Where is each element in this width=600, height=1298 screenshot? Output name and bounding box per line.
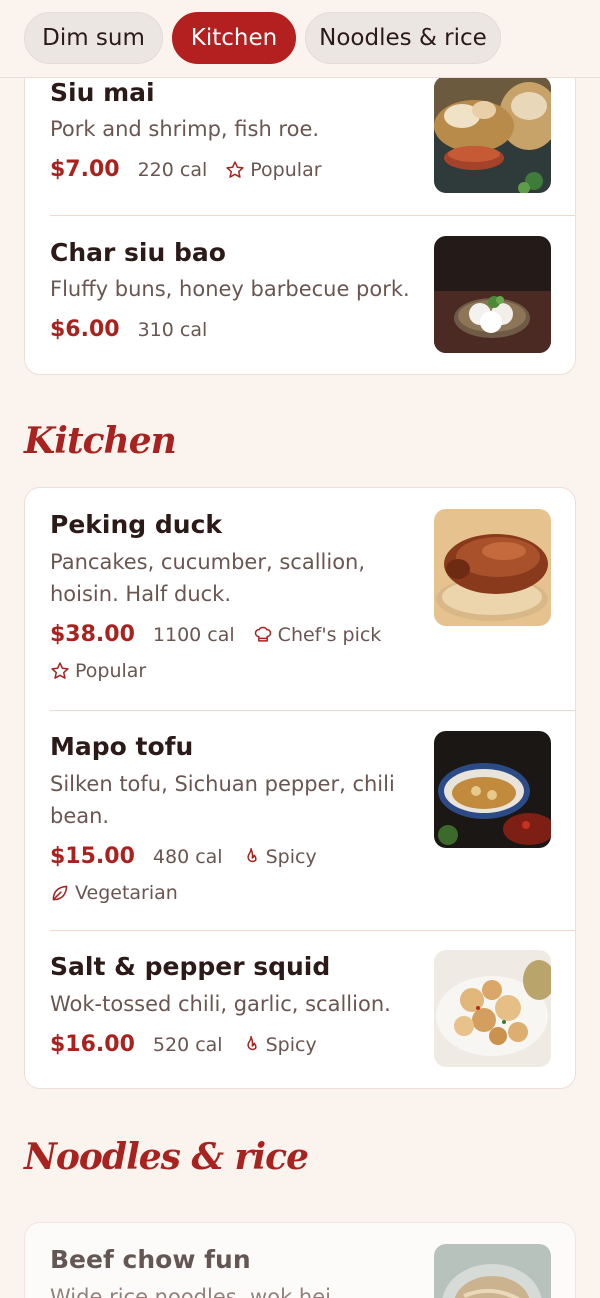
chef-hat-icon [254, 626, 271, 642]
tag-label: Vegetarian [75, 882, 178, 904]
item-name: Peking duck [50, 510, 223, 539]
tag-spicy: Spicy [241, 1034, 317, 1056]
menu-item-mapo-tofu[interactable]: Mapo tofu Silken tofu, Sichuan pepper, c… [25, 710, 575, 930]
item-tags-row: Vegetarian [50, 882, 178, 904]
tag-label: Chef's pick [277, 623, 382, 646]
item-photo [434, 950, 551, 1067]
item-photo [434, 1244, 551, 1298]
item-meta: $6.00 310 cal [50, 317, 207, 342]
menu-item-salt-pepper-squid[interactable]: Salt & pepper squid Wok-tossed chili, ga… [25, 930, 575, 1088]
item-description: Pork and shrimp, fish roe. [50, 117, 320, 141]
menu-item-char-siu-bao[interactable]: Char siu bao Fluffy buns, honey barbecue… [25, 216, 575, 374]
tag-label: Spicy [265, 845, 317, 868]
item-calories: 220 cal [137, 158, 208, 181]
item-meta: $7.00 220 cal Popular [50, 157, 322, 182]
item-calories: 480 cal [152, 845, 223, 868]
item-photo [434, 236, 551, 353]
item-price: $6.00 [50, 317, 120, 342]
item-meta: $16.00 520 cal Spicy [50, 1032, 317, 1057]
tag-spicy: Spicy [241, 846, 317, 868]
tag-popular: Popular [225, 158, 322, 181]
item-calories: 310 cal [137, 318, 208, 341]
leaf-icon [52, 885, 68, 901]
tab-kitchen[interactable]: Kitchen [172, 12, 296, 64]
item-name: Beef chow fun [50, 1245, 251, 1274]
tab-dim-sum[interactable]: Dim sum [24, 12, 163, 64]
star-icon [226, 160, 244, 178]
item-photo [434, 731, 551, 848]
item-name: Mapo tofu [50, 732, 194, 761]
item-name: Char siu bao [50, 238, 226, 267]
tag-popular: Popular [50, 660, 146, 682]
section-title-kitchen: Kitchen [24, 420, 177, 462]
item-price: $38.00 [50, 622, 135, 647]
item-name: Siu mai [50, 78, 155, 107]
star-icon [51, 662, 69, 679]
flame-icon [246, 1035, 257, 1050]
item-meta: $15.00 480 cal Spicy [50, 844, 317, 869]
item-description: Silken tofu, Sichuan pepper, chili bean. [50, 772, 395, 828]
item-price: $15.00 [50, 844, 135, 869]
item-calories: 1100 cal [152, 623, 235, 646]
noodles-card: Beef chow fun Wide rice noodles, wok hei… [24, 1222, 576, 1298]
category-tab-bar: Dim sum Kitchen Noodles & rice [0, 0, 600, 78]
item-description: Fluffy buns, honey barbecue pork. [50, 277, 410, 301]
flame-icon [246, 847, 257, 862]
item-price: $16.00 [50, 1032, 135, 1057]
item-description: Pancakes, cucumber, scallion, hoisin. Ha… [50, 550, 366, 606]
menu-item-peking-duck[interactable]: Peking duck Pancakes, cucumber, scallion… [25, 488, 575, 710]
section-title-noodles-rice: Noodles & rice [24, 1136, 309, 1178]
item-meta: $38.00 1100 cal Chef's pick [50, 622, 381, 647]
dim-sum-card: Siu mai Pork and shrimp, fish roe. $7.00… [24, 40, 576, 375]
item-description: Wide rice noodles, wok hei. [50, 1285, 338, 1298]
item-price: $7.00 [50, 157, 120, 182]
item-photo [434, 509, 551, 626]
kitchen-card: Peking duck Pancakes, cucumber, scallion… [24, 487, 576, 1089]
item-description: Wok-tossed chili, garlic, scallion. [50, 992, 391, 1016]
tag-chefs-pick: Chef's pick [253, 623, 382, 646]
tag-label: Popular [75, 660, 147, 682]
tag-vegetarian: Vegetarian [50, 882, 178, 904]
item-name: Salt & pepper squid [50, 952, 331, 981]
item-tags-row: Popular [50, 660, 146, 682]
tag-label: Spicy [265, 1033, 317, 1056]
tag-label: Popular [250, 158, 322, 181]
item-calories: 520 cal [152, 1033, 223, 1056]
tab-noodles-rice[interactable]: Noodles & rice [305, 12, 501, 64]
item-photo [434, 76, 551, 193]
menu-item-beef-chow-fun[interactable]: Beef chow fun Wide rice noodles, wok hei… [25, 1223, 575, 1298]
